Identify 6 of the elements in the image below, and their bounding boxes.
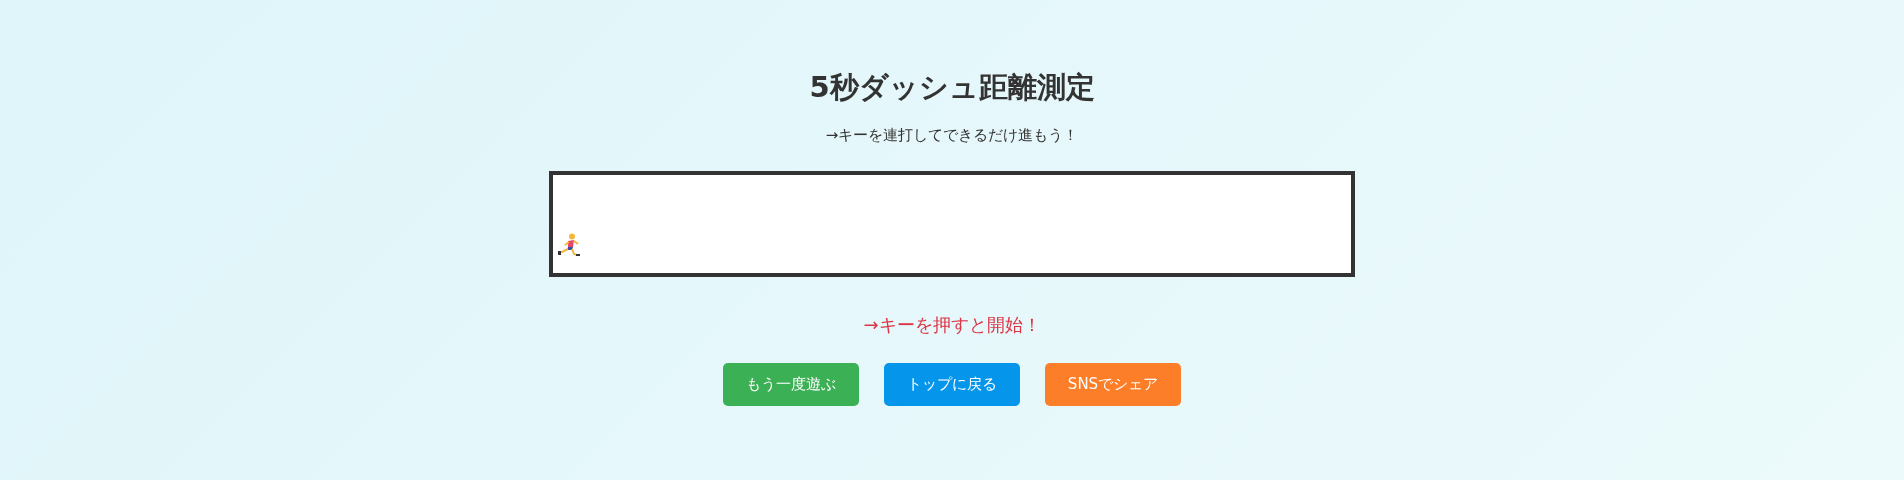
page-title: 5秒ダッシュ距離測定	[809, 69, 1095, 106]
instruction-text: →キーを連打してできるだけ進もう！	[825, 126, 1079, 145]
action-button[interactable]: トップに戻る	[884, 363, 1020, 406]
status-message: →キーを押すと開始！	[863, 313, 1041, 337]
action-button[interactable]: SNSでシェア	[1045, 363, 1181, 406]
action-button[interactable]: もう一度遊ぶ	[723, 363, 859, 406]
